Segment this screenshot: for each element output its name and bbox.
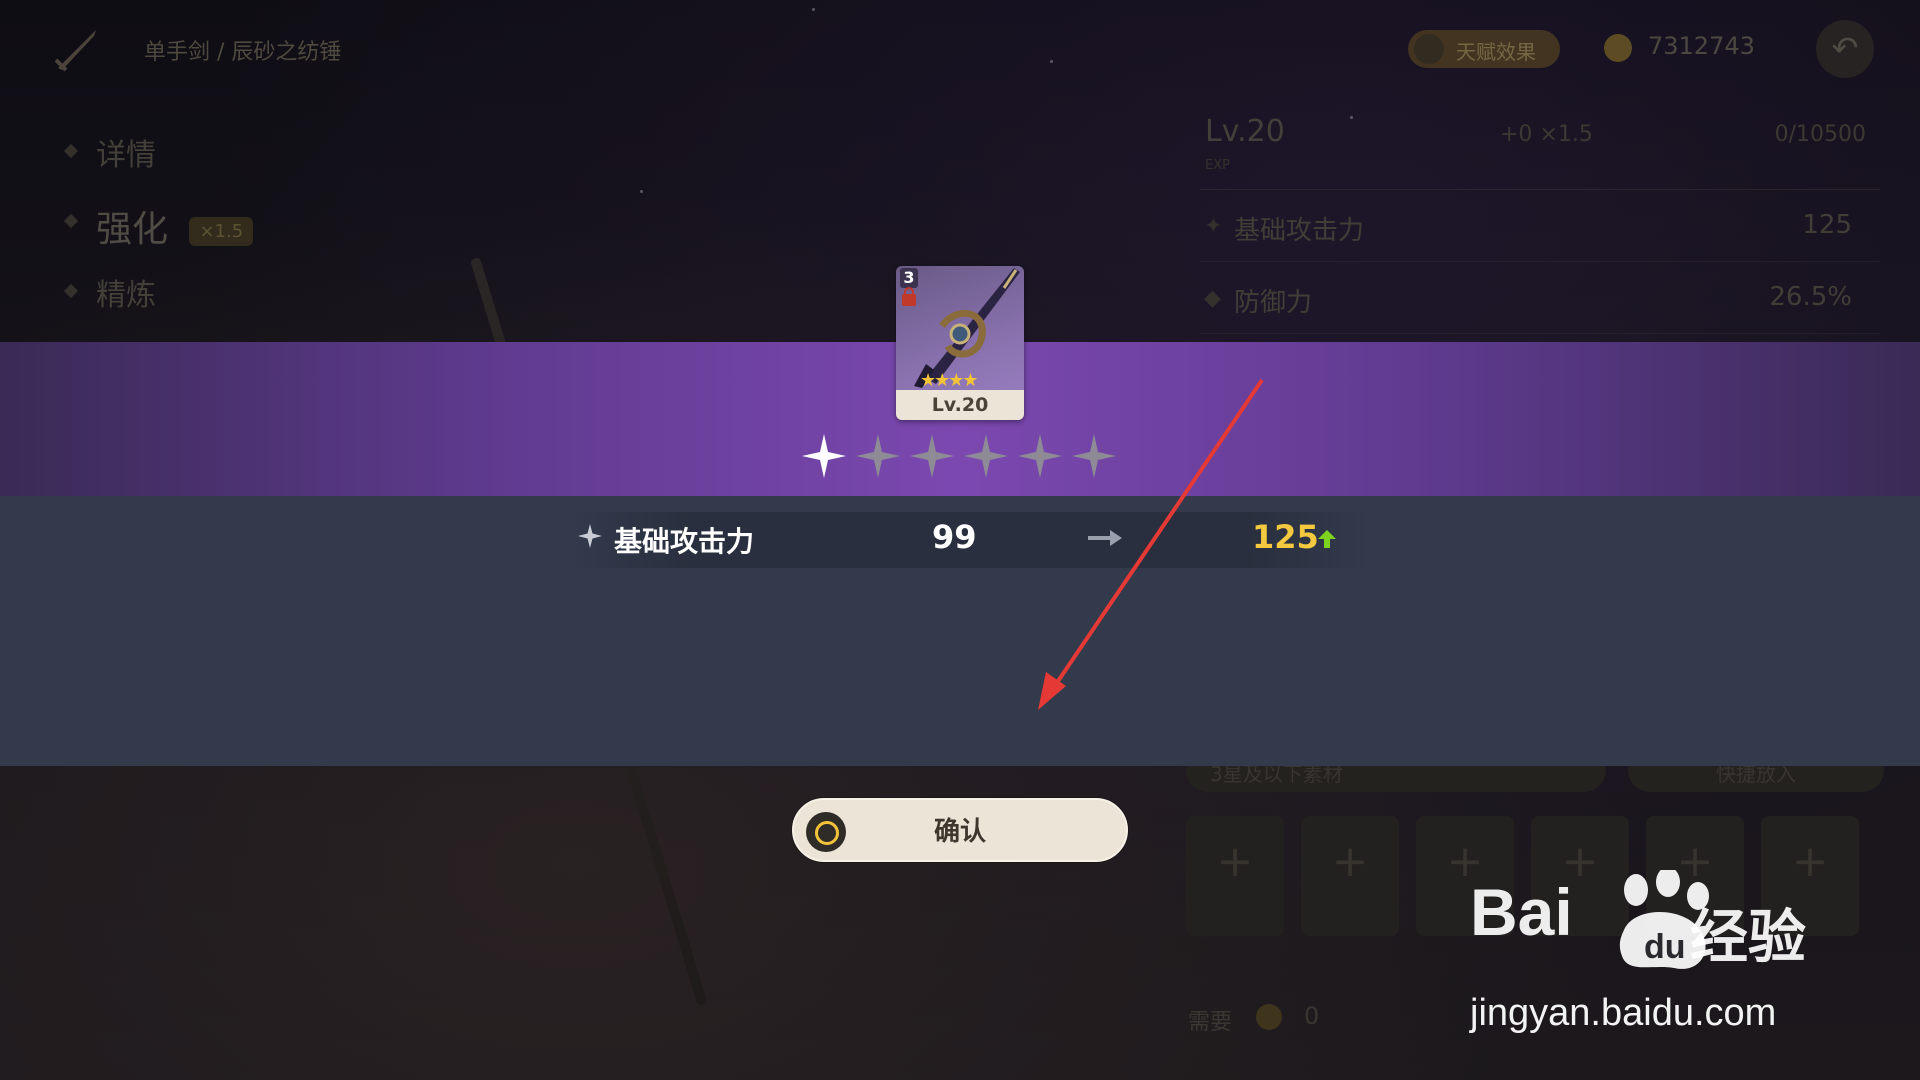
refinement-badge: 3 [900, 268, 918, 288]
weapon-card: 3 ★★★★ Lv.20 [896, 266, 1024, 420]
confirm-key-icon [806, 812, 846, 852]
watermark-logo-text: Bai [1470, 875, 1573, 949]
ascension-star-empty-icon [910, 434, 954, 478]
watermark-cn-text: 经验 [1690, 903, 1807, 971]
lock-icon [902, 287, 916, 306]
stat-name: 基础攻击力 [614, 525, 755, 558]
stat-new-value: 125 [1252, 518, 1319, 556]
arrow-right-icon [1088, 530, 1122, 546]
stat-old-value: 99 [932, 518, 977, 556]
ascension-star-empty-icon [964, 434, 1008, 478]
svg-text:du: du [1644, 928, 1686, 966]
sparkle-icon [578, 524, 602, 548]
baidu-watermark: Bai du 经验 jingyan.baidu.com [1470, 870, 1890, 1054]
ascension-star-empty-icon [1018, 434, 1062, 478]
ascension-star-empty-icon [1072, 434, 1116, 478]
rarity-stars: ★★★★ [920, 370, 979, 391]
watermark-url: jingyan.baidu.com [1470, 992, 1777, 1034]
up-arrow-icon [1318, 530, 1336, 548]
card-level: Lv.20 [896, 390, 1024, 420]
confirm-label: 确认 [933, 817, 986, 847]
ascension-star-filled-icon [802, 434, 846, 478]
ascension-star-empty-icon [856, 434, 900, 478]
confirm-button[interactable]: 确认 [792, 798, 1128, 862]
